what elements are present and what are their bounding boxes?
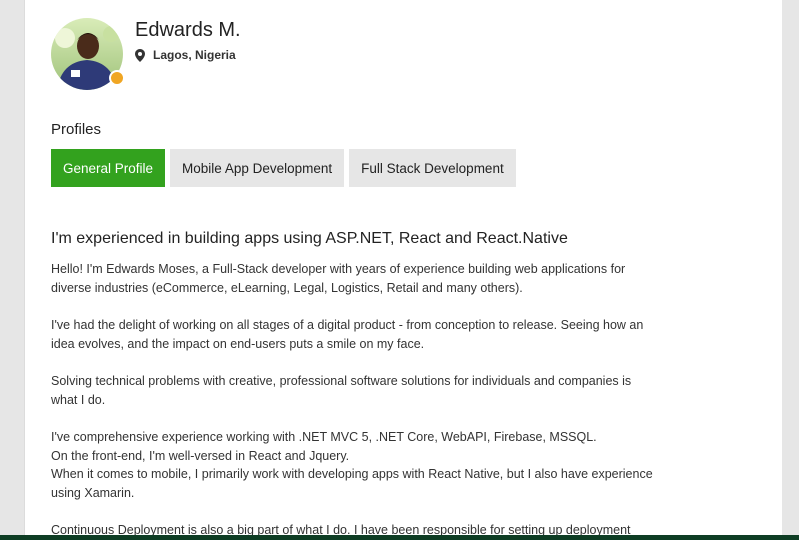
tab-general-profile[interactable]: General Profile <box>51 149 166 187</box>
profile-card: Edwards M. Lagos, Nigeria Profiles Gener… <box>24 0 782 540</box>
tab-full-stack-development[interactable]: Full Stack Development <box>349 149 516 187</box>
profile-bio: Hello! I'm Edwards Moses, a Full-Stack d… <box>51 260 751 540</box>
location-text: Lagos, Nigeria <box>153 48 236 62</box>
profiles-heading: Profiles <box>51 121 102 138</box>
tab-mobile-app-development[interactable]: Mobile App Development <box>170 149 345 187</box>
map-pin-icon <box>135 48 145 62</box>
bio-paragraph: I've had the delight of working on all s… <box>51 318 644 351</box>
profile-tabs: General Profile Mobile App Development F… <box>51 149 516 187</box>
bio-paragraph: I've comprehensive experience working wi… <box>51 430 653 500</box>
online-status-indicator <box>109 70 125 86</box>
avatar-container[interactable] <box>51 18 125 90</box>
profile-headline: I'm experienced in building apps using A… <box>51 230 568 247</box>
bottom-bar <box>0 535 799 540</box>
profile-location: Lagos, Nigeria <box>135 48 236 62</box>
bio-paragraph: Hello! I'm Edwards Moses, a Full-Stack d… <box>51 262 626 295</box>
profile-name: Edwards M. <box>135 19 241 41</box>
bio-paragraph: Solving technical problems with creative… <box>51 374 632 407</box>
